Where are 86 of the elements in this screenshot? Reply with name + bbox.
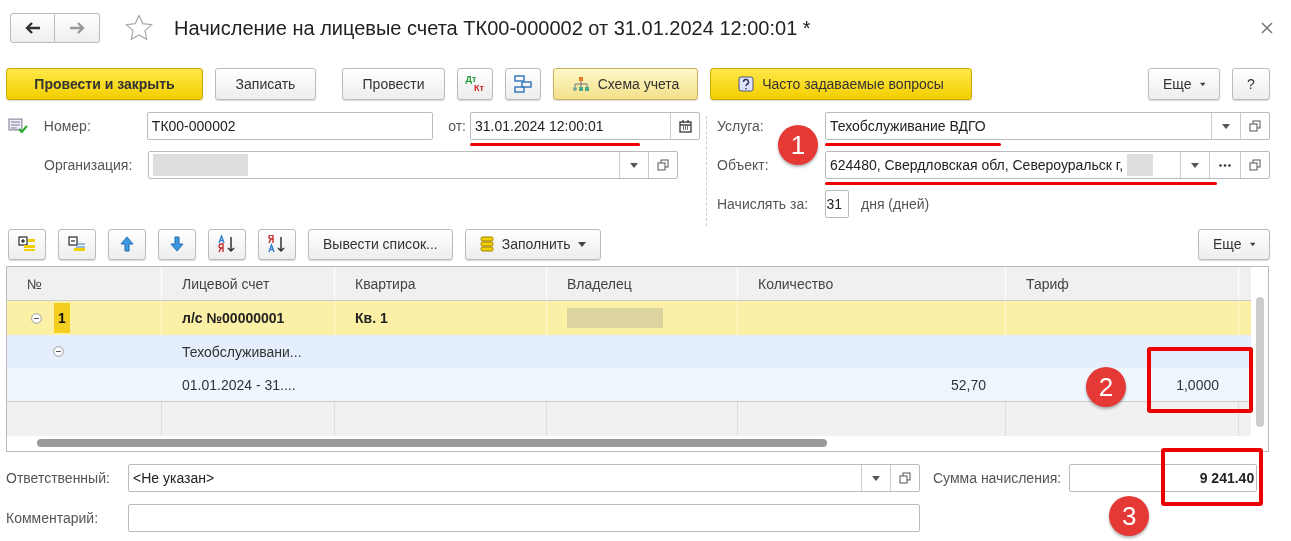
- object-field[interactable]: 624480, Свердловская обл, Североуральск г,: [825, 151, 1270, 179]
- sort-ascending-button[interactable]: [208, 228, 246, 260]
- date-field[interactable]: 31.01.2024 12:00:01: [470, 112, 700, 140]
- column-header[interactable]: Лицевой счет: [162, 267, 335, 300]
- column-header[interactable]: Квартира: [335, 267, 547, 300]
- column-header[interactable]: №: [7, 267, 162, 300]
- sum-label: Сумма начисления:: [933, 469, 1062, 488]
- move-down-button[interactable]: [158, 228, 196, 260]
- table-cell: 01.01.2024 - 31....: [182, 376, 296, 393]
- days-unit-label: дня (дней): [861, 196, 930, 212]
- toolbar-button[interactable]: Записать: [215, 68, 316, 100]
- star-icon[interactable]: [124, 13, 154, 43]
- back-arrow-icon: [24, 22, 41, 34]
- number-field[interactable]: ТК00-000002: [146, 112, 434, 140]
- comment-field[interactable]: [128, 504, 920, 532]
- collapse-tree-icon: [68, 236, 86, 252]
- service-label: Услуга:: [717, 118, 765, 134]
- dt-kt-button[interactable]: Дт Кт: [457, 68, 493, 100]
- down-arrow-icon: [170, 236, 184, 252]
- caret-icon: [872, 475, 880, 481]
- column-header[interactable]: Количество: [738, 267, 1006, 300]
- forward-arrow-icon: [69, 22, 85, 34]
- column-header[interactable]: Тариф: [1006, 267, 1239, 300]
- table-cell: Кв. 1: [355, 310, 388, 326]
- table-row[interactable]: 1 л/с №00000001 Кв. 1: [7, 301, 1251, 335]
- open-window-icon: [1249, 159, 1261, 171]
- table-row[interactable]: Техобслуживани...: [7, 335, 1251, 368]
- sum-field: 9 241.40: [1069, 464, 1258, 492]
- structure-icon: [514, 75, 532, 93]
- help-button[interactable]: ?: [1232, 68, 1270, 100]
- date-label: от:: [448, 118, 466, 134]
- open-window-icon: [1249, 120, 1261, 132]
- object-label: Объект:: [717, 157, 770, 173]
- calendar-icon: [678, 119, 692, 133]
- table-cell: 1,0000: [1176, 376, 1219, 393]
- structure-button[interactable]: [505, 68, 541, 100]
- sort-ascending-icon: [217, 235, 237, 253]
- more-button[interactable]: Еще: [1198, 228, 1270, 260]
- service-field[interactable]: Техобслуживание ВДГО: [825, 112, 1270, 140]
- number-label: Номер:: [43, 118, 92, 134]
- expand-all-button[interactable]: [8, 228, 46, 260]
- tree-toggle-icon[interactable]: [31, 312, 42, 324]
- fill-button[interactable]: Заполнить: [464, 228, 602, 260]
- sort-descending-icon: [267, 235, 287, 253]
- table-cell: 52,70: [950, 376, 986, 393]
- accounting-scheme-button[interactable]: Схема учета: [553, 68, 698, 100]
- up-arrow-icon: [120, 236, 134, 252]
- responsible-field[interactable]: <Не указан>: [128, 464, 920, 492]
- ellipsis-icon: [1219, 163, 1231, 167]
- column-header[interactable]: Владелец: [547, 267, 738, 300]
- tree-toggle-icon[interactable]: [53, 346, 64, 357]
- output-list-button[interactable]: Вывести список...: [308, 228, 453, 260]
- caret-icon: [1249, 241, 1255, 247]
- caret-icon: [630, 162, 638, 168]
- post-and-close-button[interactable]: Провести и закрыть: [6, 68, 203, 100]
- caret-icon: [1191, 162, 1199, 168]
- stack-icon: [479, 236, 494, 252]
- table-cell: л/с №00000001: [182, 310, 285, 326]
- open-window-icon: [899, 472, 911, 484]
- callout-badge: 3: [1109, 496, 1150, 536]
- question-icon: [738, 76, 755, 92]
- caret-icon: [1199, 81, 1205, 87]
- close-icon[interactable]: [1261, 22, 1273, 34]
- responsible-label: Ответственный:: [6, 470, 111, 486]
- sort-descending-button[interactable]: [258, 228, 296, 260]
- row-number: 1: [54, 303, 70, 333]
- more-button[interactable]: Еще: [1148, 68, 1220, 100]
- open-window-icon: [657, 159, 669, 171]
- accrual-period-label: Начислять за:: [717, 196, 810, 212]
- caret-icon: [1222, 123, 1230, 129]
- faq-button[interactable]: Часто задаваемые вопросы: [710, 68, 972, 100]
- days-field[interactable]: 31: [825, 190, 849, 218]
- comment-label: Комментарий:: [6, 510, 100, 526]
- collapse-all-button[interactable]: [58, 228, 96, 260]
- table-cell: Техобслуживани...: [182, 343, 302, 360]
- document-check-icon: [8, 118, 28, 134]
- move-up-button[interactable]: [108, 228, 146, 260]
- hierarchy-icon: [571, 76, 590, 92]
- caret-icon: [578, 241, 587, 247]
- back-button[interactable]: [10, 13, 55, 43]
- organization-field[interactable]: [148, 151, 678, 179]
- callout-badge: 1: [778, 125, 818, 165]
- window-title: Начисление на лицевые счета ТК00-000002 от 31.01.2024 12:00:01 *: [174, 16, 812, 40]
- toolbar-button[interactable]: Провести: [342, 68, 445, 100]
- expand-tree-icon: [18, 236, 36, 252]
- organization-label: Организация:: [44, 157, 134, 173]
